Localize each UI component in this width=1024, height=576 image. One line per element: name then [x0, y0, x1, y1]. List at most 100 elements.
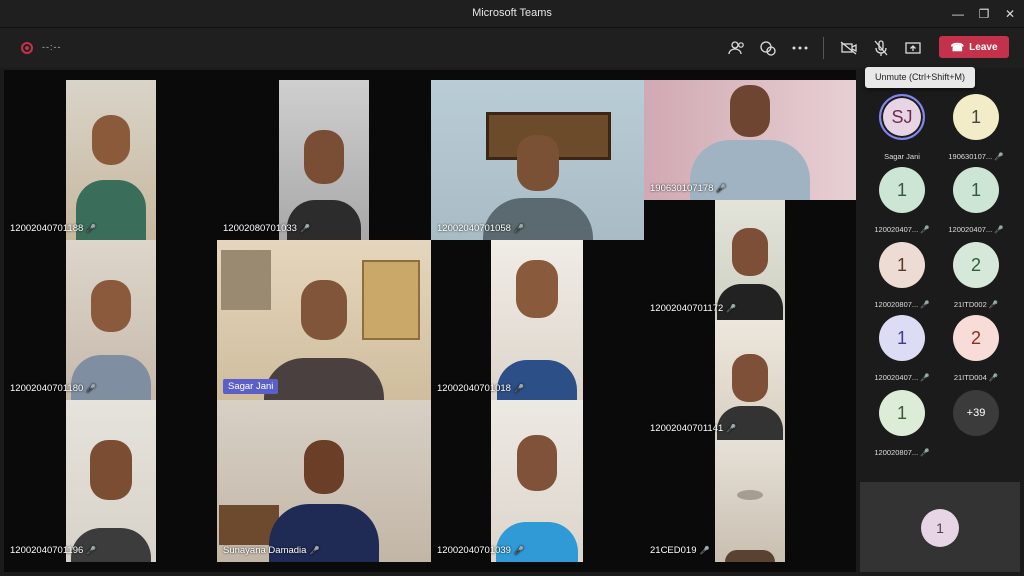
- participant-avatar[interactable]: 2 21ITD002 🎤: [940, 240, 1012, 314]
- video-tile[interactable]: 12002040701039 🎤: [431, 400, 644, 562]
- mic-muted-icon: 🎤: [309, 546, 320, 555]
- more-actions-button[interactable]: [789, 37, 811, 59]
- reactions-button[interactable]: [757, 37, 779, 59]
- avatar: 1: [879, 390, 925, 436]
- participant-avatar[interactable]: 1 120020407... 🎤: [866, 313, 938, 387]
- person-head: [301, 280, 347, 340]
- mic-muted-icon: 🎤: [716, 184, 727, 193]
- participants-button[interactable]: [726, 37, 748, 59]
- video-feed: [644, 80, 856, 200]
- participant-avatar[interactable]: 1 120020807... 🎤: [866, 240, 938, 314]
- mic-muted-icon: 🎤: [513, 546, 524, 555]
- video-tile[interactable]: 12002040701141 🎤: [644, 320, 856, 440]
- video-tile[interactable]: 12002040701180 🎤: [4, 240, 217, 400]
- participant-avatar[interactable]: 1 120020407... 🎤: [866, 165, 938, 239]
- person-body: [264, 358, 384, 400]
- person-head: [304, 130, 344, 184]
- restore-icon[interactable]: ❐: [974, 4, 994, 24]
- tile-name: 1906301071​78 🎤: [650, 183, 727, 194]
- share-button[interactable]: [902, 37, 924, 59]
- person-head: [517, 435, 557, 491]
- participant-name: 21ITD004 🎤: [953, 373, 999, 382]
- meeting-toolbar: --:-- ☎ Leave: [0, 28, 1024, 68]
- video-feed: [279, 80, 369, 240]
- tile-name: 12002040701058 🎤: [437, 223, 524, 234]
- mic-muted-icon: 🎤: [86, 384, 97, 393]
- tile-name: 12002040701188 🎤: [10, 223, 97, 234]
- video-tile[interactable]: 12002040701188 🎤: [4, 80, 217, 240]
- mic-muted-icon: 🎤: [513, 224, 524, 233]
- mic-muted-icon: 🎤: [920, 448, 930, 457]
- mic-muted-icon: 🎤: [86, 546, 97, 555]
- mic-muted-icon: 🎤: [988, 300, 999, 309]
- video-tile[interactable]: 12002040701018 🎤: [431, 240, 644, 400]
- mic-muted-icon: 🎤: [994, 225, 1004, 234]
- window-title: Microsoft Teams: [472, 7, 552, 19]
- person-head: [91, 280, 131, 332]
- video-tile[interactable]: Sunayana Damadia 🎤: [217, 400, 431, 562]
- wall-board: [362, 260, 420, 340]
- participant-avatar[interactable]: SJ Sagar Jani: [866, 92, 938, 166]
- participant-avatar[interactable]: 1 120020407... 🎤: [940, 165, 1012, 239]
- reaction-icon: [760, 41, 776, 56]
- participant-name: 21ITD002 🎤: [953, 300, 999, 309]
- person-head: [516, 260, 558, 318]
- toolbar-divider: [823, 37, 824, 59]
- avatar: 1: [879, 315, 925, 361]
- ceiling-fan: [737, 490, 763, 500]
- video-feed: [491, 240, 583, 400]
- tile-name: 12002040701196 🎤: [10, 545, 97, 556]
- shelf: [221, 250, 271, 310]
- avatar: SJ: [879, 94, 925, 140]
- camera-button[interactable]: [838, 37, 860, 59]
- video-feed: [217, 400, 431, 562]
- video-tile[interactable]: 21CED019 🎤: [644, 440, 856, 562]
- mic-muted-icon: 🎤: [699, 546, 710, 555]
- close-icon[interactable]: ✕: [1000, 4, 1020, 24]
- video-tile[interactable]: 12002080701033 🎤: [217, 80, 430, 240]
- avatar: 2: [953, 242, 999, 288]
- person-body: [497, 360, 577, 400]
- avatar: 1: [953, 167, 999, 213]
- tile-name: Sagar Jani: [223, 379, 279, 394]
- participant-avatar[interactable]: 2 21ITD004 🎤: [940, 313, 1012, 387]
- microphone-button[interactable]: [870, 37, 892, 59]
- tile-name: Sunayana Damadia 🎤: [223, 545, 320, 556]
- participant-avatar[interactable]: 1 190630107... 🎤: [940, 92, 1012, 166]
- minimize-icon[interactable]: —: [948, 4, 968, 24]
- tile-name: 12002040701180 🎤: [10, 383, 97, 394]
- video-tile[interactable]: 12002040701172 🎤: [644, 200, 856, 320]
- leave-button[interactable]: ☎ Leave: [939, 36, 1009, 58]
- self-view[interactable]: 1: [860, 482, 1020, 572]
- video-feed: [66, 240, 156, 400]
- person-head: [730, 85, 770, 137]
- mic-muted-icon: 🎤: [920, 225, 930, 234]
- tile-name: 12002040701039 🎤: [437, 545, 524, 556]
- person-body: [287, 200, 361, 240]
- mic-muted-icon: 🎤: [513, 384, 524, 393]
- unmute-tooltip: Unmute (Ctrl+Shift+M): [865, 67, 975, 88]
- video-tile[interactable]: 12002040701196 🎤: [4, 400, 217, 562]
- mic-muted-icon: 🎤: [726, 424, 737, 433]
- overflow-count: +39: [953, 390, 999, 436]
- recording-icon: [21, 42, 33, 54]
- more-participants[interactable]: +39: [940, 388, 1012, 462]
- participant-name: 190630107... 🎤: [948, 152, 1004, 161]
- video-tile-active[interactable]: Sagar Jani: [217, 240, 431, 400]
- tile-name: 12002040701018 🎤: [437, 383, 524, 394]
- video-tile[interactable]: 12002040701058 🎤: [431, 80, 644, 240]
- person-head: [90, 440, 132, 500]
- video-feed: [715, 320, 785, 440]
- participant-avatar[interactable]: 1 120020807... 🎤: [866, 388, 938, 462]
- tile-name: 12002080701033 🎤: [223, 223, 310, 234]
- participant-name: 120020807... 🎤: [874, 448, 930, 457]
- avatar: 1: [953, 94, 999, 140]
- person-head: [304, 440, 344, 494]
- person-head: [516, 135, 559, 191]
- video-feed: [715, 440, 785, 562]
- video-tile[interactable]: 1906301071​78 🎤: [644, 80, 856, 200]
- person-head: [732, 354, 768, 402]
- people-icon: [728, 41, 744, 55]
- self-avatar: 1: [921, 509, 959, 547]
- ellipsis-icon: [792, 46, 808, 50]
